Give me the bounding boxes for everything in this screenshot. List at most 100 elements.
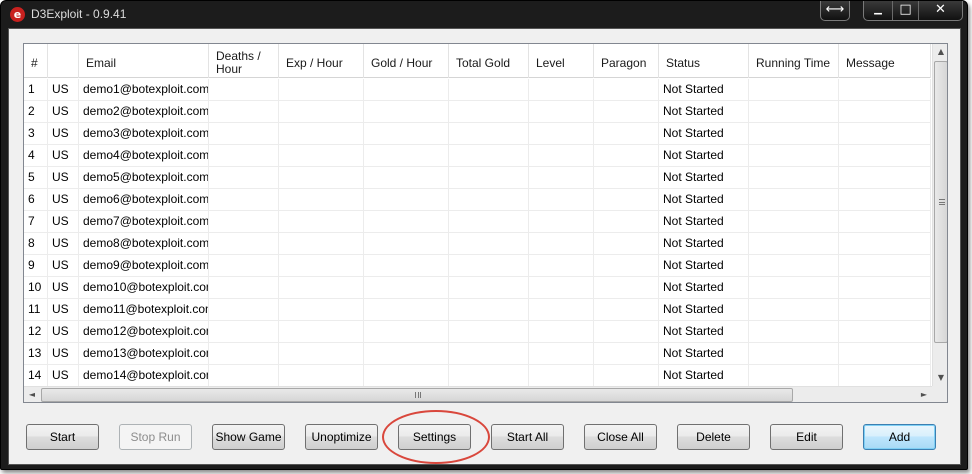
cell-level <box>529 321 594 343</box>
unoptimize-button[interactable]: Unoptimize <box>305 424 378 450</box>
minimize-icon[interactable]: ▁ <box>864 1 892 20</box>
table-row[interactable]: 8 US demo8@botexploit.com Not Started <box>24 233 931 255</box>
cell-exp-per-hour <box>279 365 364 387</box>
cell-deaths-per-hour <box>209 299 279 321</box>
cell-status: Not Started <box>659 101 749 123</box>
cell-gold-per-hour <box>364 123 449 145</box>
cell-email: demo13@botexploit.com <box>79 343 209 365</box>
cell-total-gold <box>449 79 529 101</box>
header-col-deaths-per-hour[interactable]: Deaths / Hour <box>209 44 279 78</box>
table-row[interactable]: 3 US demo3@botexploit.com Not Started <box>24 123 931 145</box>
edit-button[interactable]: Edit <box>770 424 843 450</box>
cell-level <box>529 255 594 277</box>
cell-gold-per-hour <box>364 79 449 101</box>
cell-gold-per-hour <box>364 167 449 189</box>
cell-region: US <box>48 189 79 211</box>
horizontal-scroll-thumb[interactable] <box>41 388 793 402</box>
close-all-button[interactable]: Close All <box>584 424 657 450</box>
start-button[interactable]: Start <box>26 424 99 450</box>
table-row[interactable]: 9 US demo9@botexploit.com Not Started <box>24 255 931 277</box>
cell-running-time <box>749 233 839 255</box>
cell-index: 7 <box>24 211 48 233</box>
table-row[interactable]: 1 US demo1@botexploit.com Not Started <box>24 79 931 101</box>
cell-deaths-per-hour <box>209 277 279 299</box>
cell-gold-per-hour <box>364 299 449 321</box>
cell-region: US <box>48 145 79 167</box>
accounts-grid: # Email Deaths / Hour Exp / Hour Gold / Hour… <box>23 43 948 403</box>
table-row[interactable]: 14 US demo14@botexploit.com Not Started <box>24 365 931 387</box>
title-bar[interactable]: e D3Exploit - 0.9.41 ⟷ ▁ □ ✕ <box>1 1 967 27</box>
table-row[interactable]: 4 US demo4@botexploit.com Not Started <box>24 145 931 167</box>
table-row[interactable]: 7 US demo7@botexploit.com Not Started <box>24 211 931 233</box>
header-col-running-time[interactable]: Running Time <box>749 44 839 78</box>
cell-total-gold <box>449 321 529 343</box>
header-col-index[interactable]: # <box>24 44 48 78</box>
header-col-region[interactable] <box>48 44 79 78</box>
add-button[interactable]: Add <box>863 424 936 450</box>
cell-running-time <box>749 145 839 167</box>
vertical-scrollbar[interactable]: ▲ ▼ <box>932 44 947 386</box>
header-col-paragon[interactable]: Paragon <box>594 44 659 78</box>
table-row[interactable]: 11 US demo11@botexploit.com Not Started <box>24 299 931 321</box>
cell-region: US <box>48 365 79 387</box>
cell-paragon <box>594 123 659 145</box>
horizontal-scrollbar[interactable]: ◄ ► <box>24 386 932 402</box>
cell-region: US <box>48 277 79 299</box>
table-row[interactable]: 6 US demo6@botexploit.com Not Started <box>24 189 931 211</box>
header-col-status[interactable]: Status <box>659 44 749 78</box>
scroll-down-icon[interactable]: ▼ <box>933 370 947 386</box>
cell-exp-per-hour <box>279 343 364 365</box>
cell-message <box>839 299 931 321</box>
table-row[interactable]: 10 US demo10@botexploit.com Not Started <box>24 277 931 299</box>
table-row[interactable]: 12 US demo12@botexploit.com Not Started <box>24 321 931 343</box>
cell-region: US <box>48 233 79 255</box>
vertical-scroll-thumb[interactable] <box>934 61 947 343</box>
resize-arrows-icon[interactable]: ⟷ <box>821 1 849 20</box>
cell-gold-per-hour <box>364 255 449 277</box>
header-col-message[interactable]: Message <box>839 44 931 78</box>
scroll-left-icon[interactable]: ◄ <box>24 387 40 402</box>
cell-gold-per-hour <box>364 365 449 387</box>
start-all-button[interactable]: Start All <box>491 424 564 450</box>
show-game-button[interactable]: Show Game <box>212 424 285 450</box>
close-icon[interactable]: ✕ <box>918 1 962 20</box>
delete-button[interactable]: Delete <box>677 424 750 450</box>
header-col-level[interactable]: Level <box>529 44 594 78</box>
cell-level <box>529 189 594 211</box>
maximize-icon[interactable]: □ <box>892 1 918 20</box>
table-row[interactable]: 2 US demo2@botexploit.com Not Started <box>24 101 931 123</box>
cell-level <box>529 299 594 321</box>
cell-email: demo1@botexploit.com <box>79 79 209 101</box>
header-col-gold-per-hour[interactable]: Gold / Hour <box>364 44 449 78</box>
table-row[interactable]: 13 US demo13@botexploit.com Not Started <box>24 343 931 365</box>
cell-gold-per-hour <box>364 145 449 167</box>
cell-email: demo14@botexploit.com <box>79 365 209 387</box>
main-panel: # Email Deaths / Hour Exp / Hour Gold / Hour… <box>8 28 961 465</box>
cell-total-gold <box>449 145 529 167</box>
scroll-right-icon[interactable]: ► <box>916 387 932 402</box>
cell-status: Not Started <box>659 277 749 299</box>
cell-email: demo9@botexploit.com <box>79 255 209 277</box>
cell-index: 9 <box>24 255 48 277</box>
cell-region: US <box>48 79 79 101</box>
cell-status: Not Started <box>659 255 749 277</box>
cell-exp-per-hour <box>279 277 364 299</box>
cell-paragon <box>594 365 659 387</box>
cell-email: demo8@botexploit.com <box>79 233 209 255</box>
cell-gold-per-hour <box>364 233 449 255</box>
header-col-exp-per-hour[interactable]: Exp / Hour <box>279 44 364 78</box>
header-col-email[interactable]: Email <box>79 44 209 78</box>
cell-index: 6 <box>24 189 48 211</box>
header-col-total-gold[interactable]: Total Gold <box>449 44 529 78</box>
cell-total-gold <box>449 299 529 321</box>
cell-gold-per-hour <box>364 189 449 211</box>
cell-exp-per-hour <box>279 255 364 277</box>
scroll-up-icon[interactable]: ▲ <box>933 44 947 60</box>
cell-exp-per-hour <box>279 167 364 189</box>
cell-region: US <box>48 343 79 365</box>
stop-run-button[interactable]: Stop Run <box>119 424 192 450</box>
cell-region: US <box>48 123 79 145</box>
cell-running-time <box>749 189 839 211</box>
cell-exp-per-hour <box>279 79 364 101</box>
table-row[interactable]: 5 US demo5@botexploit.com Not Started <box>24 167 931 189</box>
